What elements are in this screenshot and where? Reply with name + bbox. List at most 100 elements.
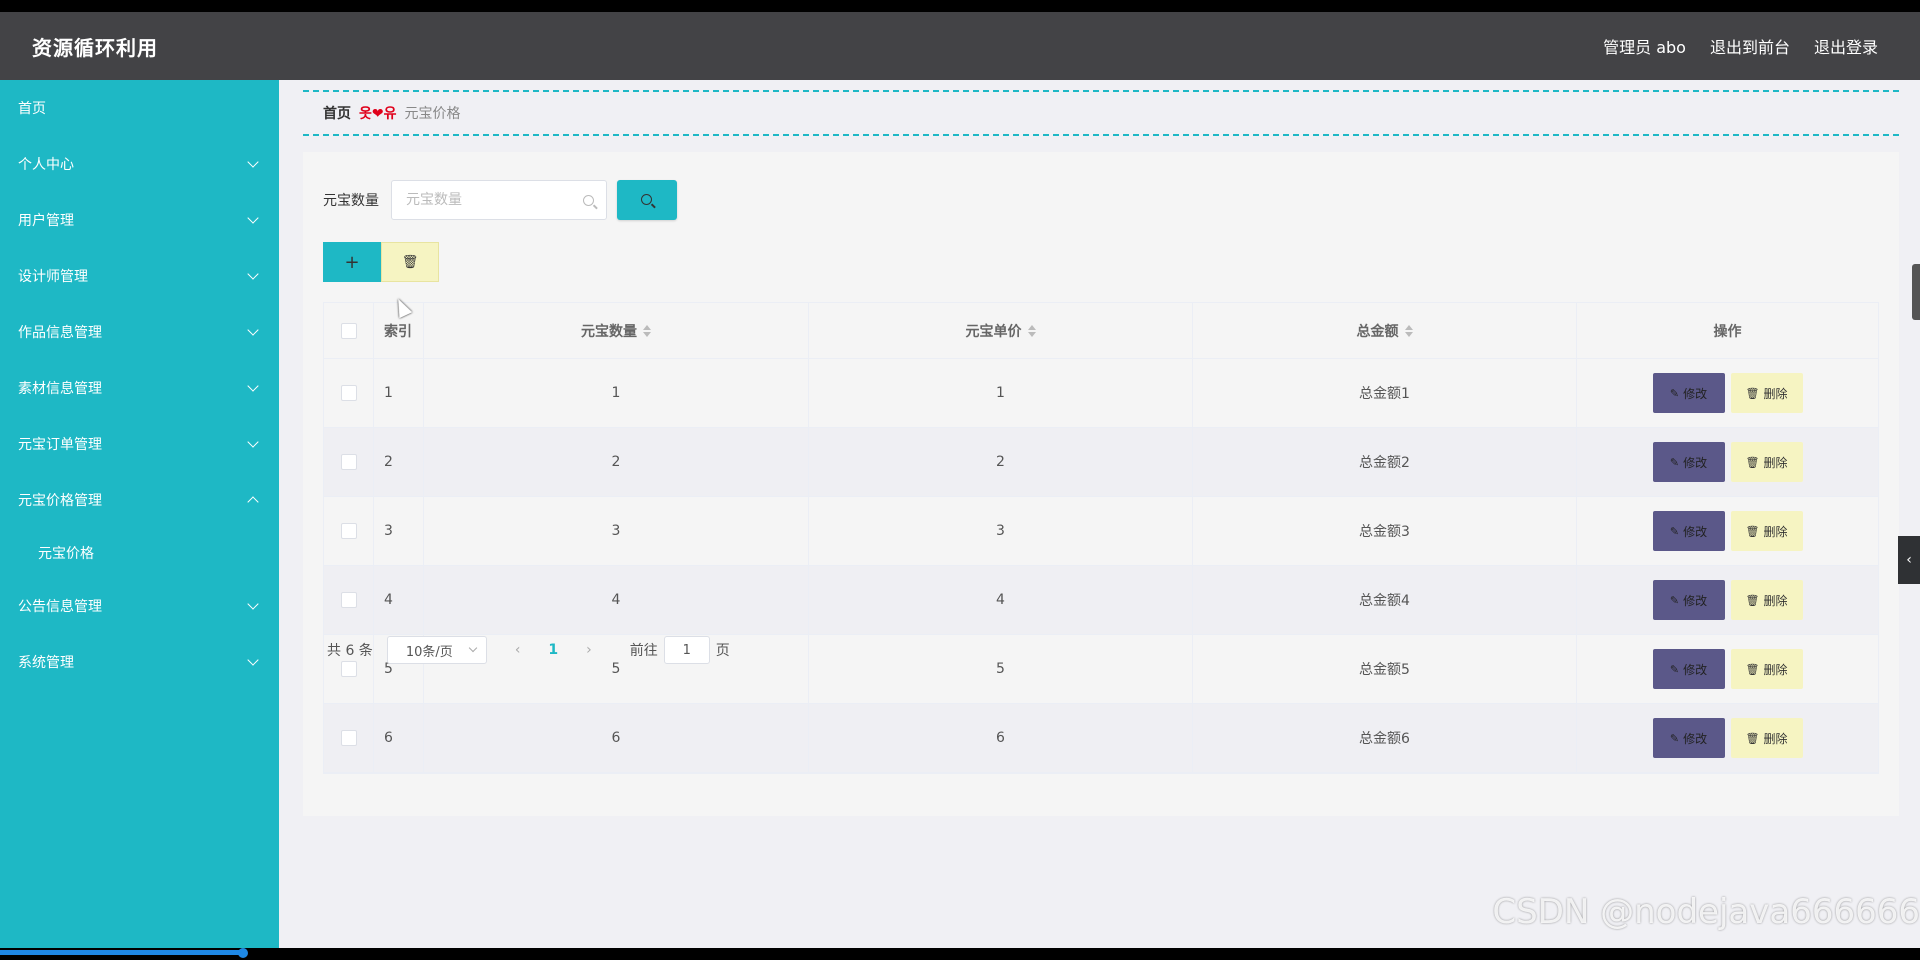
edit-icon: ✎ — [1669, 386, 1680, 400]
edge-handle[interactable] — [1912, 264, 1920, 320]
cell-ops: ✎ 修改 🗑 删除 — [1577, 635, 1878, 703]
edit-button[interactable]: ✎ 修改 — [1652, 511, 1725, 551]
trash-icon: 🗑 — [401, 254, 419, 270]
chevron-down-icon — [247, 436, 259, 448]
sidebar-item-user-management[interactable]: 用户管理 — [0, 192, 279, 248]
delete-button[interactable]: 🗑 删除 — [1730, 718, 1803, 758]
search-icon — [583, 195, 594, 206]
search-input[interactable] — [404, 191, 578, 209]
sidebar-item-system-management[interactable]: 系统管理 — [0, 634, 279, 690]
row-select-cell — [324, 428, 374, 496]
row-checkbox[interactable] — [340, 523, 357, 539]
cell-ops: ✎ 修改 🗑 删除 — [1577, 359, 1878, 427]
row-checkbox[interactable] — [340, 385, 357, 401]
cell-price: 4 — [809, 566, 1193, 634]
delete-button[interactable]: 🗑 删除 — [1730, 580, 1803, 620]
sidebar-item-label: 设计师管理 — [18, 269, 88, 285]
sidebar-item-label: 元宝订单管理 — [18, 437, 102, 453]
row-checkbox[interactable] — [340, 454, 357, 470]
goto-input[interactable]: 1 — [663, 636, 710, 664]
chevron-down-icon — [247, 268, 259, 280]
table-row: 1 1 1 总金额1 ✎ 修改 🗑 删除 — [324, 359, 1878, 428]
sidebar-subitem-ingot-price[interactable]: 元宝价格 — [0, 528, 279, 578]
edit-button[interactable]: ✎ 修改 — [1652, 580, 1725, 620]
delete-label: 删除 — [1763, 731, 1788, 746]
cell-price: 3 — [809, 497, 1193, 565]
chevron-down-icon — [247, 654, 259, 666]
cell-qty: 4 — [424, 566, 809, 634]
header-qty[interactable]: 元宝数量 — [424, 303, 809, 358]
header-total[interactable]: 总金额 — [1193, 303, 1577, 358]
delete-label: 删除 — [1763, 386, 1788, 401]
breadcrumb-home[interactable]: 首页 — [323, 103, 351, 123]
row-select-cell — [324, 704, 374, 772]
delete-button[interactable]: 🗑 删除 — [1730, 649, 1803, 689]
delete-label: 删除 — [1763, 593, 1788, 608]
sidebar-item-label: 公告信息管理 — [18, 599, 102, 615]
sidebar-item-label: 作品信息管理 — [18, 325, 102, 341]
edit-button[interactable]: ✎ 修改 — [1652, 373, 1725, 413]
add-button[interactable]: + — [323, 242, 381, 282]
edit-label: 修改 — [1683, 593, 1708, 608]
batch-delete-button[interactable]: 🗑 — [381, 242, 439, 282]
logout-link[interactable]: 退出登录 — [1814, 34, 1878, 58]
cell-qty: 6 — [424, 704, 809, 772]
cell-index: 6 — [374, 704, 424, 772]
search-button[interactable] — [617, 180, 677, 220]
goto-label: 前往 — [629, 643, 658, 659]
chevron-down-icon — [468, 643, 478, 653]
sidebar-subitem-label: 元宝价格 — [38, 546, 94, 562]
main-content: 首页 옷❤유 元宝价格 元宝数量 + 🗑 — [279, 80, 1920, 948]
sidebar-item-notice-management[interactable]: 公告信息管理 — [0, 578, 279, 634]
trash-icon: 🗑 — [1745, 593, 1760, 607]
cell-qty: 3 — [424, 497, 809, 565]
edit-button[interactable]: ✎ 修改 — [1652, 649, 1725, 689]
watermark: CSDN @nodejava666666 — [1492, 892, 1920, 932]
prev-page-icon[interactable]: ‹ — [515, 642, 521, 658]
price-table: 索引 元宝数量 元宝单价 总金额 操作 1 1 1 总金额1 ✎ 修改 🗑 删除 2 2 2 总金额2… — [323, 302, 1879, 774]
cell-index: 2 — [374, 428, 424, 496]
page-size-select[interactable]: 10条/页 — [386, 636, 487, 664]
cell-total: 总金额6 — [1193, 704, 1577, 772]
edit-button[interactable]: ✎ 修改 — [1652, 718, 1725, 758]
delete-button[interactable]: 🗑 删除 — [1730, 373, 1803, 413]
trash-icon: 🗑 — [1745, 386, 1760, 400]
next-page-icon[interactable]: › — [586, 642, 592, 658]
app-title: 资源循环利用 — [32, 35, 158, 60]
page-number[interactable]: 1 — [548, 642, 558, 658]
chevron-down-icon — [247, 156, 259, 168]
chevron-down-icon — [247, 380, 259, 392]
header-price[interactable]: 元宝单价 — [809, 303, 1193, 358]
row-checkbox[interactable] — [340, 592, 357, 608]
sidebar-item-material-management[interactable]: 素材信息管理 — [0, 360, 279, 416]
collapse-panel-button[interactable]: ‹ — [1898, 536, 1920, 584]
select-all-checkbox[interactable] — [340, 322, 357, 339]
sidebar-item-ingot-price-management[interactable]: 元宝价格管理 — [0, 472, 279, 528]
app-window: 资源循环利用 管理员 abo 退出到前台 退出登录 首页 个人中心 用户管理 设… — [0, 12, 1920, 948]
sidebar-item-designer-management[interactable]: 设计师管理 — [0, 248, 279, 304]
sidebar-item-ingot-orders[interactable]: 元宝订单管理 — [0, 416, 279, 472]
edit-button[interactable]: ✎ 修改 — [1652, 442, 1725, 482]
sidebar-item-works-management[interactable]: 作品信息管理 — [0, 304, 279, 360]
exit-to-front-link[interactable]: 退出到前台 — [1710, 34, 1790, 58]
cell-ops: ✎ 修改 🗑 删除 — [1577, 566, 1878, 634]
video-progress-bar[interactable] — [0, 950, 243, 955]
edit-icon: ✎ — [1669, 731, 1680, 745]
admin-user-link[interactable]: 管理员 abo — [1603, 34, 1686, 58]
cell-index: 4 — [374, 566, 424, 634]
row-checkbox[interactable] — [340, 730, 357, 746]
table-row: 3 3 3 总金额3 ✎ 修改 🗑 删除 — [324, 497, 1878, 566]
video-progress-handle[interactable] — [238, 948, 248, 958]
search-row: 元宝数量 — [323, 180, 677, 220]
top-bar: 资源循环利用 管理员 abo 退出到前台 退出登录 — [0, 12, 1920, 80]
chevron-down-icon — [247, 598, 259, 610]
delete-button[interactable]: 🗑 删除 — [1730, 442, 1803, 482]
cell-ops: ✎ 修改 🗑 删除 — [1577, 497, 1878, 565]
content-panel: 元宝数量 + 🗑 索引 元宝数量 — [303, 152, 1899, 816]
delete-button[interactable]: 🗑 删除 — [1730, 511, 1803, 551]
sidebar-item-home[interactable]: 首页 — [0, 80, 279, 136]
sidebar-item-personal-center[interactable]: 个人中心 — [0, 136, 279, 192]
sidebar-item-label: 首页 — [18, 101, 46, 117]
sidebar: 首页 个人中心 用户管理 设计师管理 作品信息管理 素材信息管理 元宝订单管理 … — [0, 80, 279, 948]
delete-label: 删除 — [1763, 662, 1788, 677]
